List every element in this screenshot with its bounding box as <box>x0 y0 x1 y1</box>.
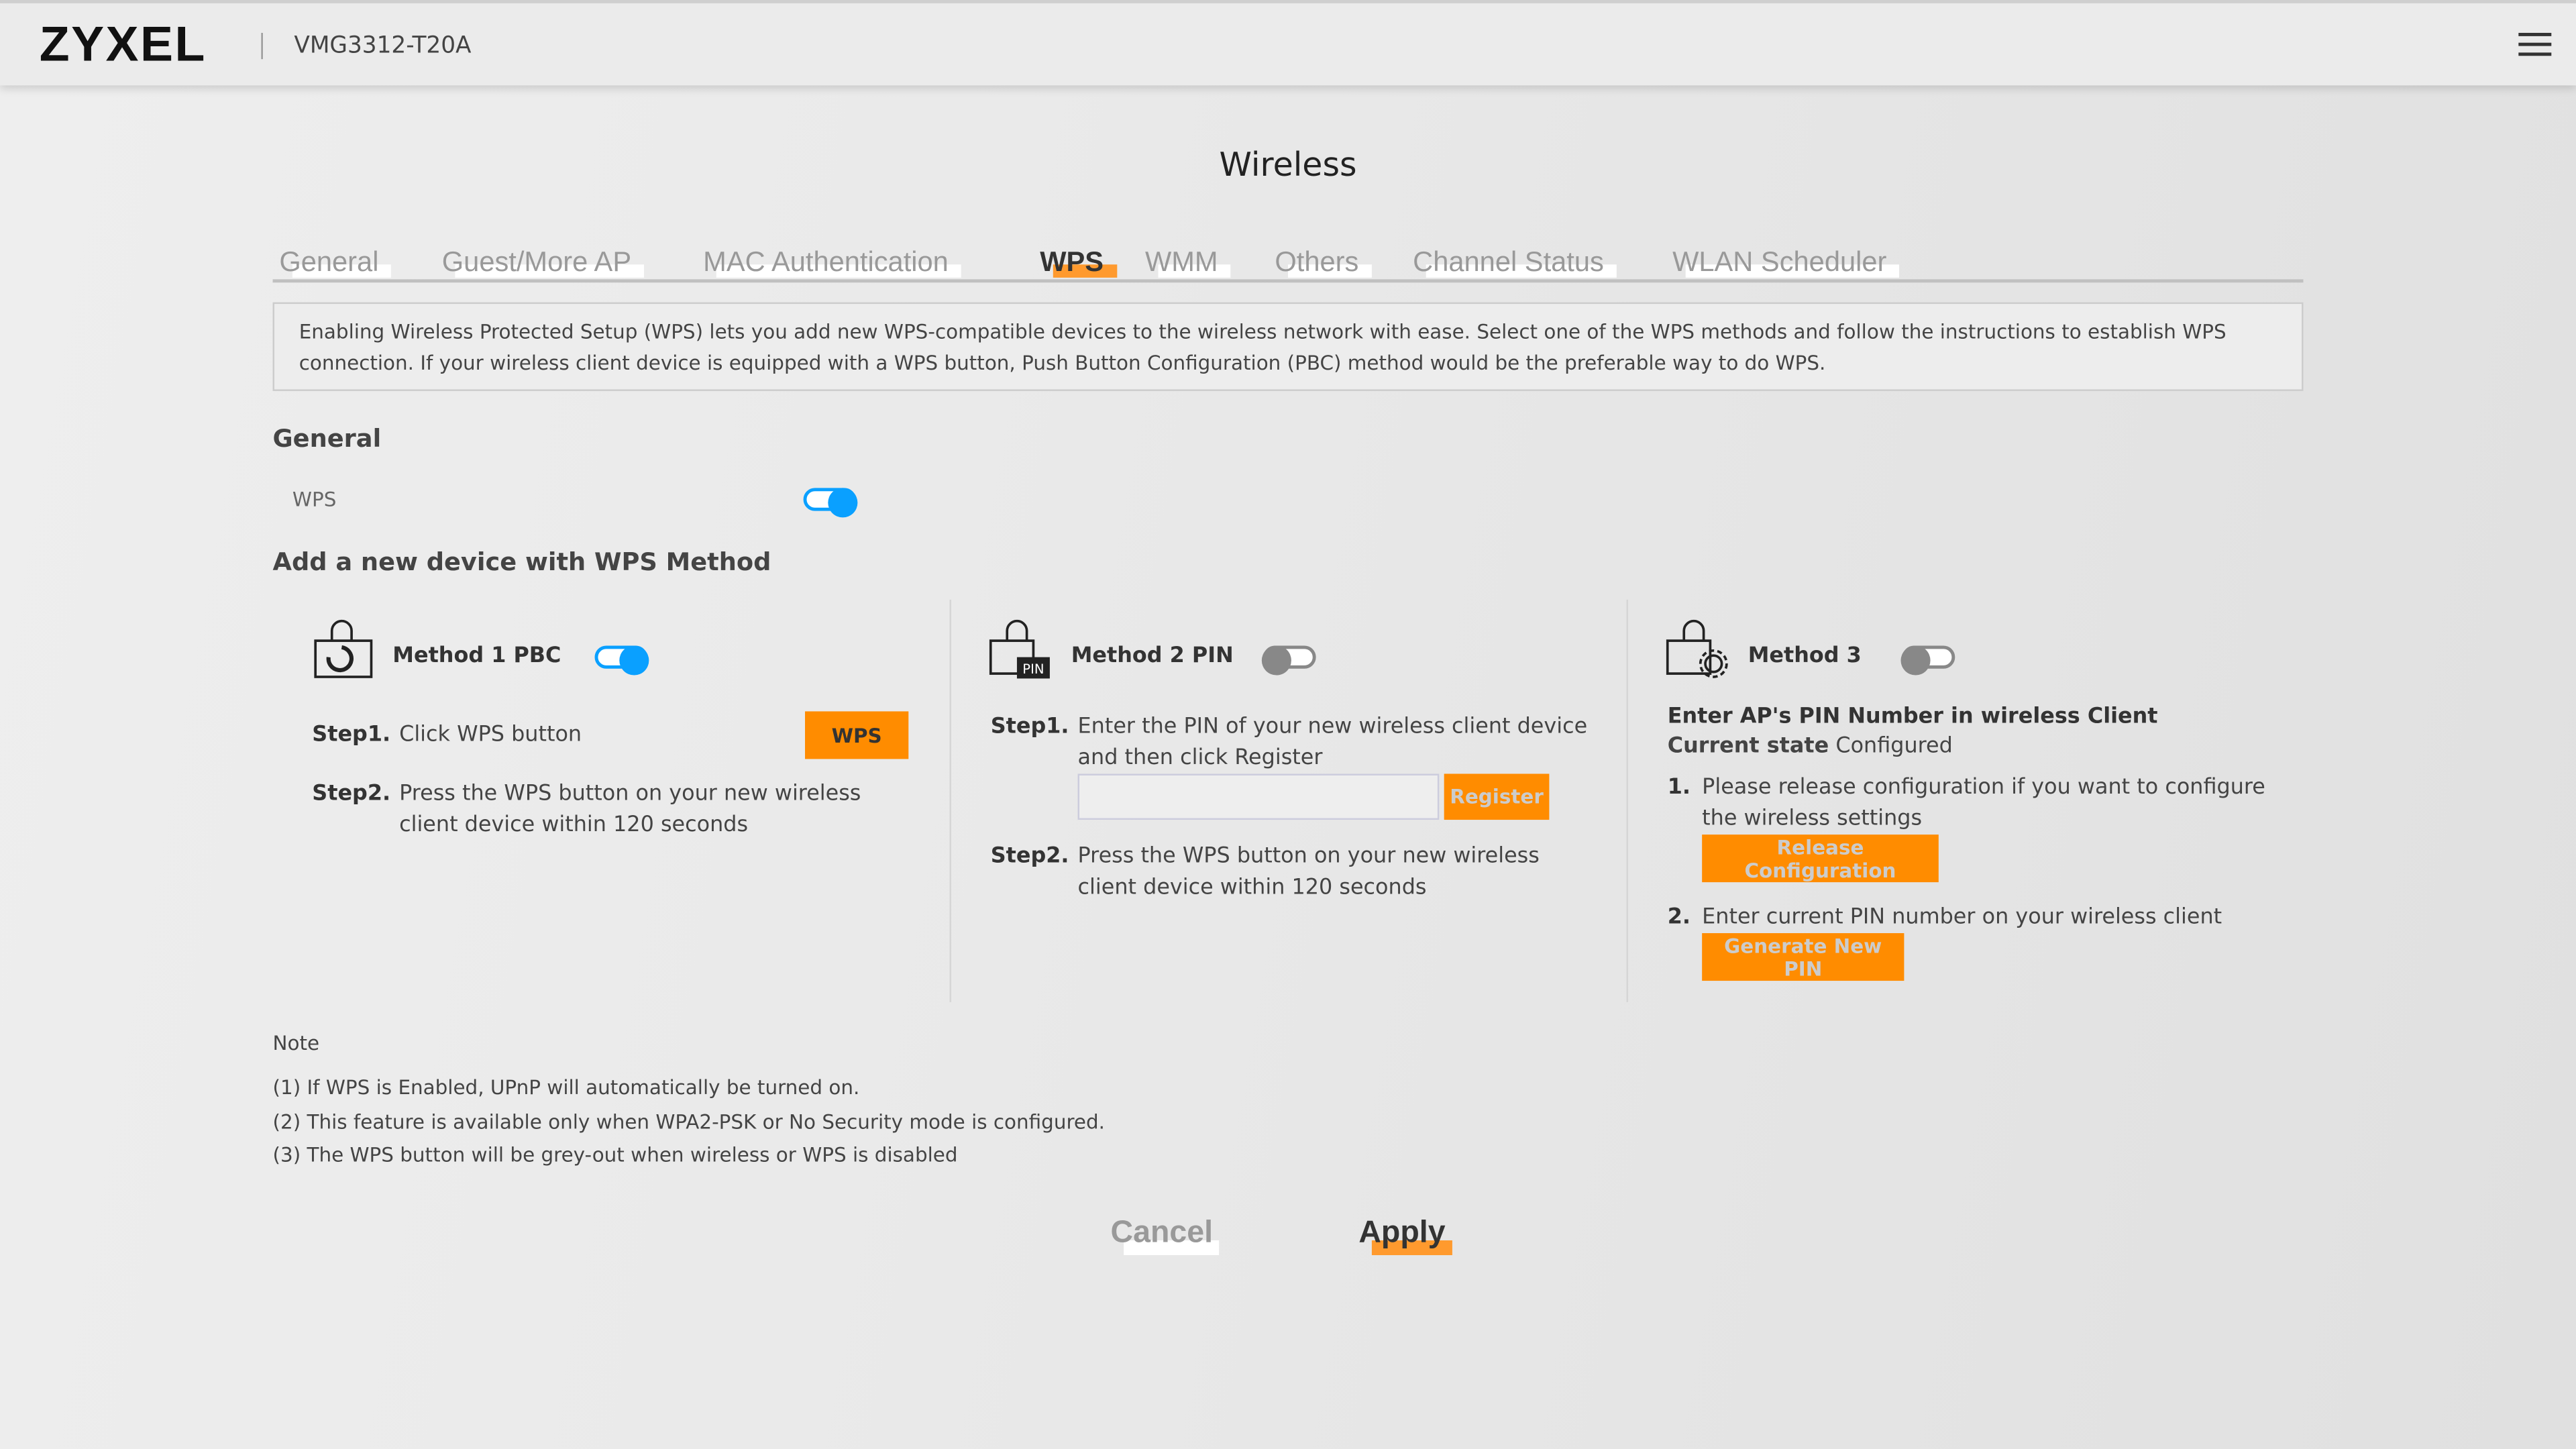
method1-step1-text: Click WPS button <box>399 722 582 748</box>
svg-text:PIN: PIN <box>1022 661 1044 677</box>
item2-number: 2. <box>1667 905 1690 930</box>
release-configuration-button[interactable]: Release Configuration <box>1702 835 1939 883</box>
wps-push-button[interactable]: WPS <box>805 711 909 759</box>
add-device-heading: Add a new device with WPS Method <box>272 547 771 577</box>
general-heading: General <box>272 423 382 453</box>
note-heading: Note <box>272 1031 320 1055</box>
wps-description: Enabling Wireless Protected Setup (WPS) … <box>272 302 2304 391</box>
method3-toggle[interactable] <box>1900 645 1955 676</box>
apply-button[interactable]: Apply <box>1358 1216 1452 1256</box>
method1-step1-label: Step1. <box>312 722 391 748</box>
tab-mac-authentication[interactable]: MAC Authentication <box>703 246 962 279</box>
method2-step2-label: Step2. <box>990 844 1069 869</box>
method2-step1-label: Step1. <box>990 714 1069 740</box>
lock-gear-icon <box>1664 618 1730 690</box>
item2-text: Enter current PIN number on your wireles… <box>1702 905 2222 930</box>
note-item: (2) This feature is available only when … <box>272 1110 1105 1134</box>
method3-heading: Enter AP's PIN Number in wireless Client <box>1667 704 2158 730</box>
note-item: (3) The WPS button will be grey-out when… <box>272 1143 958 1167</box>
state-label: Current state <box>1667 734 1829 759</box>
cancel-button[interactable]: Cancel <box>1111 1216 1220 1256</box>
device-model: VMG3312-T20A <box>294 32 472 60</box>
method3-title: Method 3 <box>1748 644 1862 669</box>
page-title: Wireless <box>1219 144 1357 184</box>
method1-step2-text: Press the WPS button on your new wireles… <box>399 782 861 838</box>
tab-guest-more-ap[interactable]: Guest/More AP <box>442 246 645 279</box>
current-state: Current state Configured <box>1668 731 1953 763</box>
method2-step1-text: Enter the PIN of your new wireless clien… <box>1077 714 1588 771</box>
lock-pin-icon: PIN <box>987 618 1053 690</box>
tab-wps[interactable]: WPS <box>1040 246 1117 279</box>
register-button[interactable]: Register <box>1444 773 1550 820</box>
pin-input[interactable] <box>1077 773 1440 820</box>
hamburger-icon[interactable] <box>2518 32 2552 59</box>
method2-toggle[interactable] <box>1261 645 1316 676</box>
lock-pbc-icon <box>309 618 374 690</box>
zyxel-logo: ZYXEL <box>39 17 207 72</box>
tab-wmm[interactable]: WMM <box>1145 246 1232 279</box>
tab-wlan-scheduler[interactable]: WLAN Scheduler <box>1672 246 1900 279</box>
note-item: (1) If WPS is Enabled, UPnP will automat… <box>272 1076 860 1099</box>
method1-toggle[interactable] <box>594 645 649 676</box>
tab-bar: General Guest/More AP MAC Authentication… <box>272 246 2304 283</box>
method1-step2-label: Step2. <box>312 782 391 807</box>
header-divider <box>261 32 263 60</box>
item1-text: Please release configuration if you want… <box>1702 775 2265 832</box>
state-value: Configured <box>1835 734 1953 759</box>
wps-toggle[interactable] <box>803 488 858 518</box>
generate-new-pin-button[interactable]: Generate New PIN <box>1702 933 1904 981</box>
top-header: ZYXEL VMG3312-T20A <box>0 0 2576 86</box>
tab-general[interactable]: General <box>279 246 392 279</box>
tab-channel-status[interactable]: Channel Status <box>1413 246 1617 279</box>
wps-label: WPS <box>292 488 337 511</box>
method2-title: Method 2 PIN <box>1071 644 1234 669</box>
tab-others[interactable]: Others <box>1275 246 1372 279</box>
column-divider <box>1626 599 1628 1002</box>
item1-number: 1. <box>1667 775 1690 800</box>
method2-step2-text: Press the WPS button on your new wireles… <box>1077 844 1540 901</box>
column-divider <box>949 599 951 1002</box>
method1-title: Method 1 PBC <box>392 644 561 669</box>
